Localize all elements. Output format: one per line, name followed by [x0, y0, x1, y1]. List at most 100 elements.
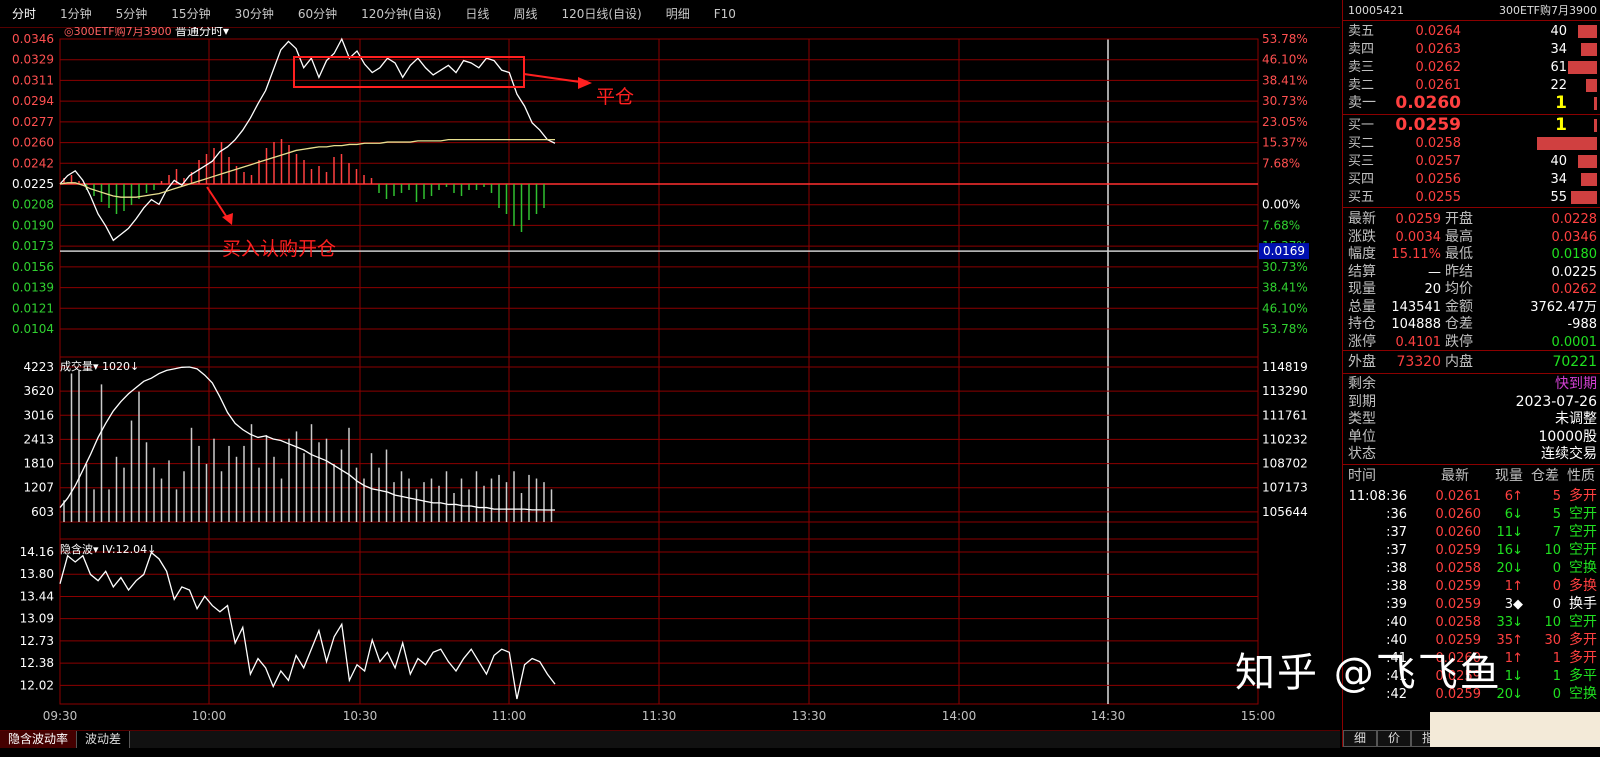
ask-row[interactable]: 卖一 0.0260 1 — [1343, 95, 1600, 112]
price-tick-label: 0.0311 — [12, 73, 54, 87]
bid-price: 0.0259 — [1395, 115, 1461, 135]
pct-tick-label: 38.41% — [1262, 281, 1308, 295]
period-tab[interactable]: 1分钟 — [48, 5, 104, 22]
ask-row[interactable]: 卖五 0.0264 40 — [1343, 23, 1600, 40]
stat-value: 0.0001 — [1551, 334, 1598, 350]
ask-label: 卖五 — [1348, 24, 1375, 39]
right-tab[interactable]: 价 — [1377, 730, 1412, 747]
bid-row[interactable]: 买三 0.0257 40 — [1343, 153, 1600, 170]
iv-tick-label: 12.02 — [20, 678, 54, 692]
stat-row: 涨停 0.4101 跌停 0.0001 — [1343, 334, 1600, 351]
right-tab[interactable]: 细 — [1343, 730, 1378, 747]
price-tick-label: 0.0242 — [12, 156, 54, 170]
stat-value: 0.0034 — [1395, 229, 1442, 245]
ask-label: 卖四 — [1348, 42, 1375, 57]
trade-row: :38 0.0258 20 ↓ 0 空换 — [1343, 560, 1600, 577]
stat-value: 20 — [1424, 282, 1441, 297]
trade-row: :39 0.0259 3 ◆ 0 换手 — [1343, 596, 1600, 613]
trade-price: 0.0258 — [1435, 561, 1482, 576]
volume-tick-label: 3620 — [23, 384, 54, 398]
trade-nature: 空开 — [1569, 614, 1597, 630]
trade-row: :37 0.0259 16 ↓ 10 空开 — [1343, 542, 1600, 559]
current-price-tag: 0.0169 — [1263, 244, 1305, 258]
info-label: 状态 — [1348, 446, 1376, 462]
ask-row[interactable]: 卖二 0.0261 22 — [1343, 77, 1600, 94]
ask-row[interactable]: 卖四 0.0263 34 — [1343, 41, 1600, 58]
bid-row[interactable]: 买四 0.0256 34 — [1343, 171, 1600, 188]
indicator-tab[interactable]: 隐含波动率 — [0, 731, 78, 748]
bid-label: 买五 — [1348, 190, 1375, 205]
trade-price: 0.0259 — [1435, 579, 1482, 594]
period-tab[interactable]: 明细 — [654, 5, 702, 22]
info-row: 单位 10000股 — [1343, 429, 1600, 446]
stat-value: 3762.47万 — [1530, 299, 1597, 315]
bid-row[interactable]: 买二0.0258124 — [1343, 135, 1600, 152]
bid-row[interactable]: 买五 0.0255 55 — [1343, 189, 1600, 206]
ask-price: 0.0261 — [1415, 78, 1462, 93]
trade-nature: 空开 — [1569, 542, 1597, 558]
period-tab[interactable]: F10 — [702, 7, 748, 21]
stat-row: 持仓 104888 仓差 -988 — [1343, 316, 1600, 333]
period-tab[interactable]: 分时 — [0, 5, 48, 22]
trade-nature: 多换 — [1569, 578, 1597, 594]
pct-tick-label: 23.05% — [1262, 115, 1308, 129]
pct-tick-label: 53.78% — [1262, 322, 1308, 336]
time-tick-label: 09:30 — [43, 709, 78, 723]
period-tab[interactable]: 周线 — [501, 5, 549, 22]
trade-arrow: ↓ — [1512, 669, 1523, 684]
trade-oi: 5 — [1552, 489, 1561, 504]
stat-label: 均价 — [1445, 281, 1473, 297]
volume-tick-label: 4223 — [23, 360, 54, 374]
period-tab[interactable]: 15分钟 — [159, 5, 222, 22]
ask-depth-bar — [1586, 79, 1597, 92]
bottom-indicator-tabs: 隐含波动率 波动差 — [0, 730, 1340, 748]
price-tick-label: 0.0104 — [12, 322, 54, 336]
trade-time: 11:08:36 — [1348, 489, 1407, 504]
trade-price: 0.0258 — [1435, 615, 1482, 630]
trade-oi: 0 — [1552, 597, 1561, 612]
price-tick-label: 0.0260 — [12, 136, 54, 150]
period-tab[interactable]: 120分钟(自设) — [349, 5, 453, 22]
bid-qty: 55 — [1550, 190, 1567, 205]
outer-value: 73320 — [1396, 354, 1441, 370]
bid-price: 0.0255 — [1415, 190, 1462, 205]
buy-arrow — [206, 186, 229, 220]
volume-tick-label: 1810 — [23, 457, 54, 471]
period-tab[interactable]: 60分钟 — [286, 5, 349, 22]
stat-value: 0.0262 — [1551, 282, 1598, 297]
info-value: 2023-07-26 — [1515, 393, 1597, 410]
instrument-label: ◎300ETF购7月3900 — [64, 27, 172, 38]
period-tab[interactable]: 5分钟 — [104, 5, 160, 22]
trade-nature: 多开 — [1569, 650, 1597, 666]
trade-arrow: ↓ — [1512, 543, 1523, 558]
ask-row[interactable]: 卖三 0.0262 61 — [1343, 59, 1600, 76]
trade-row: :37 0.0260 11 ↓ 7 空开 — [1343, 524, 1600, 541]
period-tab[interactable]: 日线 — [453, 5, 501, 22]
stat-row: 最新 0.0259 开盘 0.0228 — [1343, 211, 1600, 228]
iv-tick-label: 14.16 — [20, 545, 54, 559]
period-tab[interactable]: 120日线(自设) — [549, 5, 653, 22]
info-value: 未调整 — [1555, 411, 1597, 427]
indicator-tab[interactable]: 波动差 — [77, 731, 131, 748]
stat-label: 总量 — [1348, 298, 1376, 315]
stat-value: 0.0180 — [1551, 247, 1598, 262]
trade-oi: 0 — [1552, 579, 1561, 594]
trades-header: 时间 最新 现量 仓差 性质 — [1343, 468, 1600, 485]
stat-label: 开盘 — [1445, 211, 1473, 227]
ask-label: 卖一 — [1348, 95, 1376, 111]
stat-label: 现量 — [1348, 281, 1376, 297]
price-tick-label: 0.0208 — [12, 198, 54, 212]
price-tick-label: 0.0121 — [12, 301, 54, 315]
stat-value: -988 — [1567, 317, 1597, 332]
option-name: 300ETF购7月3900 — [1499, 4, 1597, 17]
trade-time: :37 — [1386, 525, 1407, 540]
info-label: 单位 — [1348, 428, 1376, 445]
trade-oi: 10 — [1544, 615, 1561, 630]
bid-row[interactable]: 买一 0.0259 1 — [1343, 117, 1600, 134]
price-tick-label: 0.0329 — [12, 53, 54, 67]
buy-arrowhead — [222, 213, 233, 225]
trade-oi: 0 — [1552, 561, 1561, 576]
pct-tick-label: 15.37% — [1262, 136, 1308, 150]
period-tab[interactable]: 30分钟 — [223, 5, 286, 22]
info-value: 10000股 — [1538, 428, 1597, 445]
